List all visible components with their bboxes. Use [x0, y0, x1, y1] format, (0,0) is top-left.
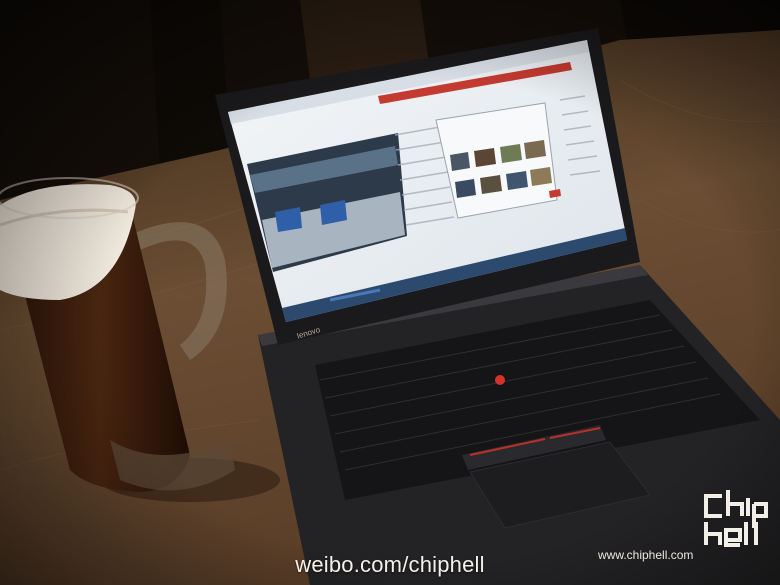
weibo-watermark: weibo.com/chiphell [295, 552, 485, 577]
photo-drawing [0, 0, 780, 585]
photo-scene: lenovo www.chiphell.com weibo.com/chiphe… [0, 0, 780, 585]
